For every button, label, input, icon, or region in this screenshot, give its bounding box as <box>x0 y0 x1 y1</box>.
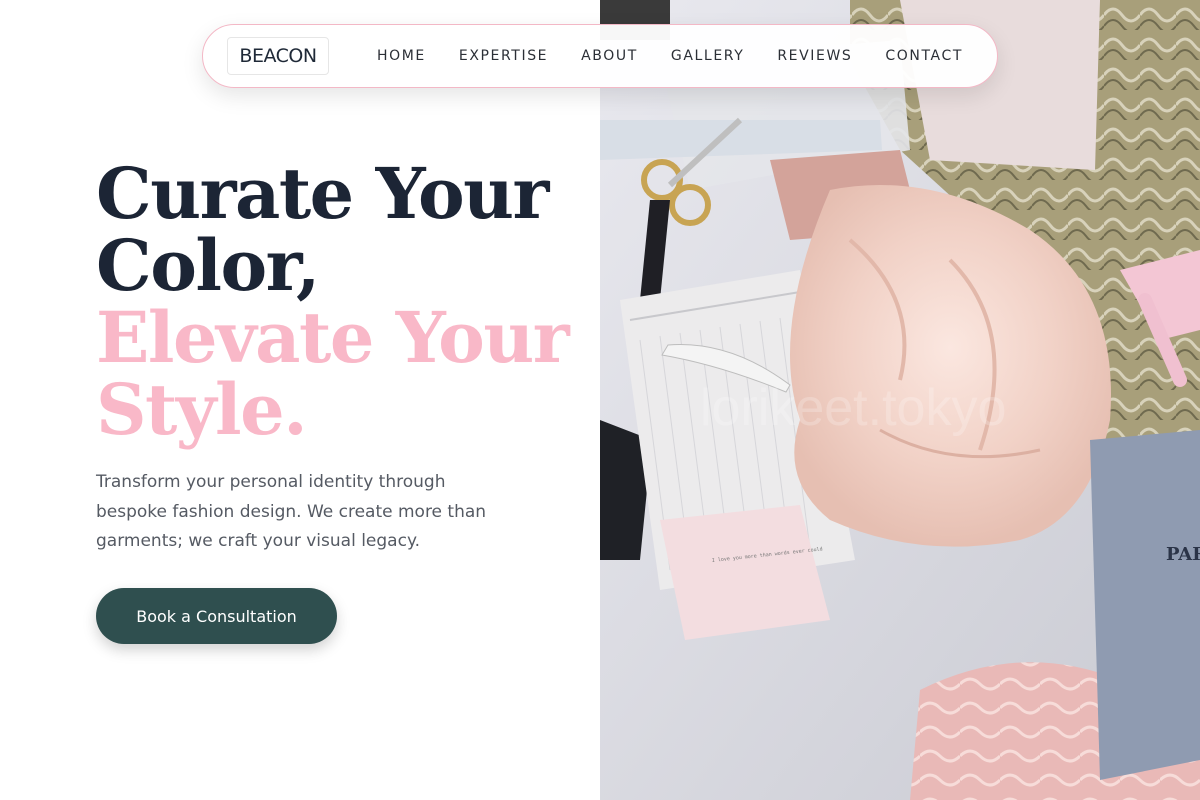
hero-image: I love you more than words ever could PA… <box>600 0 1200 800</box>
nav-link-home[interactable]: HOME <box>377 48 426 64</box>
logo[interactable]: BEACON <box>227 37 329 75</box>
headline-line-2: Color, <box>96 224 320 307</box>
headline-line-1: Curate Your <box>96 152 549 235</box>
nav-link-about[interactable]: ABOUT <box>581 48 638 64</box>
nav-links: HOME EXPERTISE ABOUT GALLERY REVIEWS CON… <box>377 48 963 64</box>
nav-link-expertise[interactable]: EXPERTISE <box>459 48 548 64</box>
nav-link-contact[interactable]: CONTACT <box>885 48 963 64</box>
hero-headline: Curate Your Color, Elevate Your Style. <box>96 158 576 446</box>
sign-text: PAR SOU <box>1166 544 1200 565</box>
navbar: BEACON HOME EXPERTISE ABOUT GALLERY REVI… <box>202 24 998 88</box>
watermark-text: lorikeet.tokyo <box>700 379 1006 437</box>
fashion-flatlay-image: I love you more than words ever could PA… <box>600 0 1200 800</box>
headline-accent-line-1: Elevate Your <box>96 296 570 379</box>
hero-description: Transform your personal identity through… <box>96 472 487 551</box>
nav-link-reviews[interactable]: REVIEWS <box>777 48 852 64</box>
headline-accent-line-2: Style. <box>96 368 308 451</box>
book-consultation-button[interactable]: Book a Consultation <box>96 588 337 644</box>
nav-link-gallery[interactable]: GALLERY <box>671 48 744 64</box>
